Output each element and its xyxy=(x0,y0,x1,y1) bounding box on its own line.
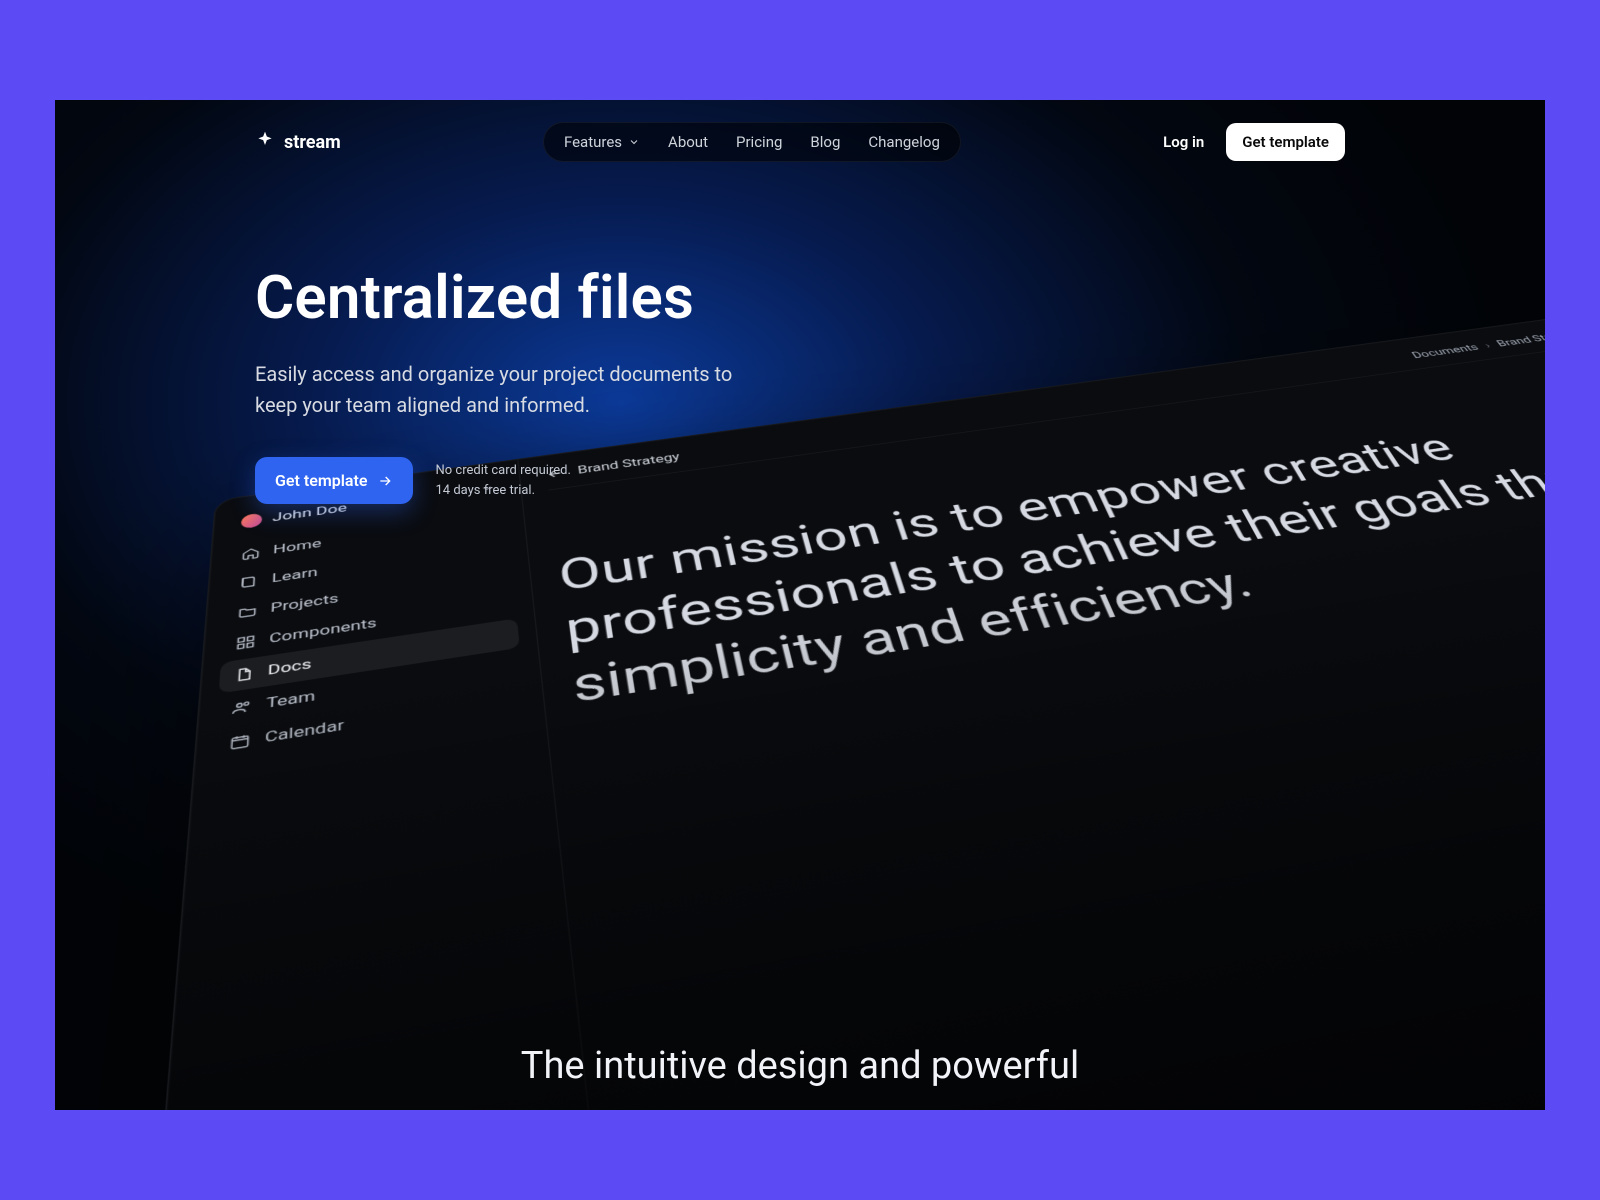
hero-cta-button[interactable]: Get template xyxy=(255,457,413,504)
folder-icon xyxy=(237,603,258,620)
cta-row: Get template No credit card required. 14… xyxy=(255,457,1545,504)
page-frame: stream Features About Pricing Blog Chang… xyxy=(55,100,1545,1110)
device-stage: John Doe Home Learn xyxy=(215,500,1545,1110)
nav-item-about[interactable]: About xyxy=(668,133,708,151)
sidebar-item-label: Projects xyxy=(270,591,338,616)
cta-notes: No credit card required. 14 days free tr… xyxy=(435,461,570,500)
get-template-button[interactable]: Get template xyxy=(1226,123,1345,161)
home-icon xyxy=(241,546,261,561)
testimonial-line: The intuitive design and powerful xyxy=(55,1044,1545,1088)
users-icon xyxy=(231,698,253,716)
book-icon xyxy=(239,574,259,590)
sidebar-list: Home Learn Projects Components xyxy=(214,504,526,762)
nav-item-changelog[interactable]: Changelog xyxy=(868,133,939,151)
sidebar-item-label: Team xyxy=(266,688,316,712)
header-actions: Log in Get template xyxy=(1163,123,1345,161)
hero-cta-label: Get template xyxy=(275,471,367,490)
hero-title: Centralized files xyxy=(255,262,1545,333)
sidebar-item-label: Docs xyxy=(267,656,311,679)
calendar-icon xyxy=(229,732,251,751)
sidebar-item-label: Calendar xyxy=(264,717,344,747)
arrow-right-icon xyxy=(377,473,393,489)
hero-subtitle: Easily access and organize your project … xyxy=(255,359,775,421)
user-name: John Doe xyxy=(272,501,347,525)
file-icon xyxy=(233,666,254,684)
hero: Centralized files Easily access and orga… xyxy=(55,162,1545,504)
sidebar-item-label: Home xyxy=(273,536,322,557)
nav-item-pricing[interactable]: Pricing xyxy=(736,133,782,151)
nav-item-blog[interactable]: Blog xyxy=(810,133,840,151)
avatar xyxy=(241,513,263,529)
nav-item-features[interactable]: Features xyxy=(564,133,640,151)
primary-nav: Features About Pricing Blog Changelog xyxy=(543,122,961,162)
login-link[interactable]: Log in xyxy=(1163,133,1204,151)
chevron-down-icon xyxy=(628,136,640,148)
nav-item-label: Features xyxy=(564,133,622,151)
grid-icon xyxy=(235,634,256,651)
site-header: stream Features About Pricing Blog Chang… xyxy=(55,100,1545,162)
sparkle-icon xyxy=(255,130,275,155)
brand[interactable]: stream xyxy=(255,130,341,155)
sidebar-item-label: Learn xyxy=(272,565,318,586)
brand-name: stream xyxy=(284,132,341,153)
cta-note-1: No credit card required. xyxy=(435,461,570,481)
cta-note-2: 14 days free trial. xyxy=(435,481,570,501)
